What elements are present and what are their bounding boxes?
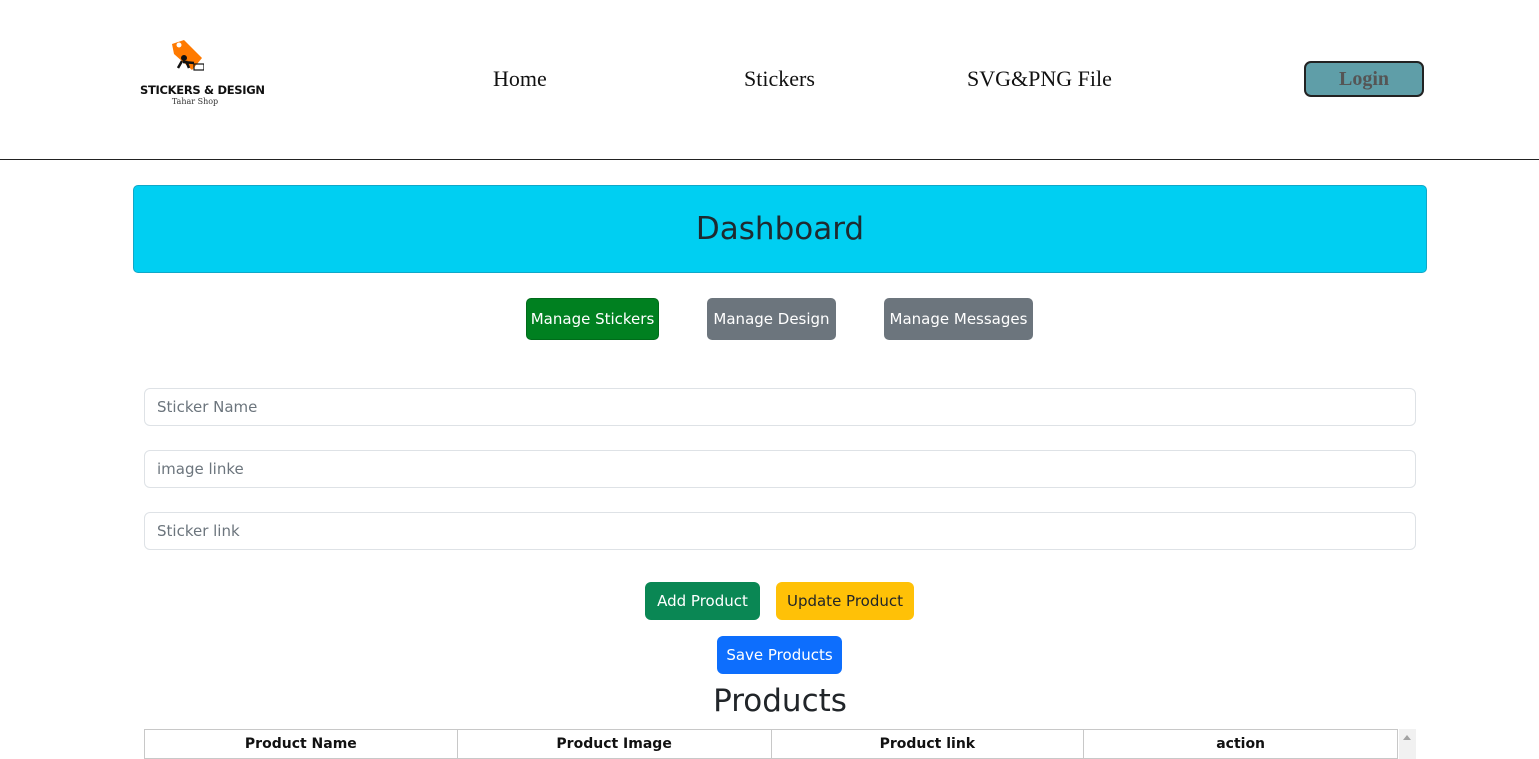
table-header-row: Product Name Product Image Product link … (144, 729, 1398, 759)
manage-stickers-tab[interactable]: Manage Stickers (526, 298, 659, 340)
add-product-button[interactable]: Add Product (645, 582, 760, 620)
logo-title: STICKERS & DESIGN (140, 83, 265, 97)
products-table-container: Product Name Product Image Product link … (144, 729, 1416, 759)
dashboard-title: Dashboard (695, 211, 865, 247)
column-header-product-image: Product Image (456, 729, 772, 759)
column-header-action: action (1083, 729, 1398, 759)
manage-design-tab[interactable]: Manage Design (707, 298, 836, 340)
nav-home[interactable]: Home (493, 66, 547, 92)
update-product-button[interactable]: Update Product (776, 582, 914, 620)
manage-messages-tab[interactable]: Manage Messages (884, 298, 1033, 340)
sticker-link-input[interactable] (144, 512, 1416, 550)
sticker-name-input[interactable] (144, 388, 1416, 426)
nav-stickers[interactable]: Stickers (744, 66, 815, 92)
login-button[interactable]: Login (1304, 61, 1424, 97)
scroll-up-arrow-icon[interactable] (1403, 735, 1411, 740)
brand-logo[interactable]: STICKERS & DESIGN Tahar Shop (140, 38, 265, 110)
table-scrollbar[interactable] (1399, 729, 1416, 759)
site-header: STICKERS & DESIGN Tahar Shop Home Sticke… (0, 0, 1539, 160)
dashboard-banner: Dashboard (133, 185, 1427, 273)
column-header-product-name: Product Name (144, 729, 458, 759)
column-header-product-link: Product link (770, 729, 1085, 759)
image-link-input[interactable] (144, 450, 1416, 488)
price-tag-logo-icon (172, 40, 204, 71)
nav-svg-png-file[interactable]: SVG&PNG File (967, 66, 1112, 92)
products-heading: Products (713, 683, 847, 719)
logo-subtitle: Tahar Shop (171, 97, 219, 106)
products-table: Product Name Product Image Product link … (144, 729, 1398, 759)
save-products-button[interactable]: Save Products (717, 636, 842, 674)
